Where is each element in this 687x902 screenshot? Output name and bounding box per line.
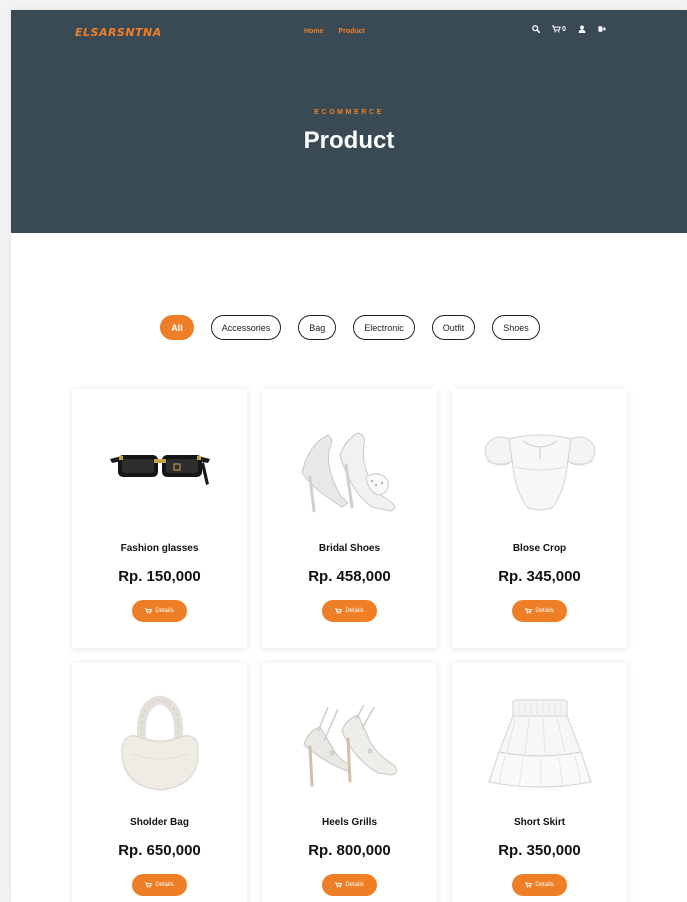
details-button[interactable]: Details [132,874,187,896]
logout-icon[interactable] [598,25,606,33]
filter-shoes[interactable]: Shoes [492,315,540,340]
product-card: Short Skirt Rp. 350,000 Details [452,663,627,902]
cart-icon [145,608,153,614]
crop-blouse-image[interactable] [479,411,600,529]
cart-icon [145,882,153,888]
details-label: Details [155,608,174,614]
product-price: Rp. 350,000 [498,842,581,859]
product-price: Rp. 800,000 [308,842,391,859]
nav-product[interactable]: Product [338,28,364,35]
site-logo[interactable]: ELSARSNTNA [75,26,162,39]
product-card: Blose Crop Rp. 345,000 Details [452,389,627,648]
product-card: Sholder Bag Rp. 650,000 Details [72,663,247,902]
cart-icon [525,882,533,888]
product-name[interactable]: Sholder Bag [72,817,247,828]
product-price: Rp. 345,000 [498,568,581,585]
product-name[interactable]: Blose Crop [452,543,627,554]
details-button[interactable]: Details [512,874,567,896]
hero-eyebrow: ECOMMERCE [314,109,384,116]
product-card: Heels Grills Rp. 800,000 Details [262,663,437,902]
product-name[interactable]: Bridal Shoes [262,543,437,554]
cart-count: 0 [562,25,566,33]
details-button[interactable]: Details [322,600,377,622]
product-card: Fashion glasses Rp. 150,000 Details [72,389,247,648]
filter-electronic[interactable]: Electronic [353,315,415,340]
product-name[interactable]: Fashion glasses [72,543,247,554]
hero-banner: ELSARSNTNA Home Product 0 ECOMMERCE Prod… [11,10,687,233]
product-card: Bridal Shoes Rp. 458,000 Details [262,389,437,648]
tiered-skirt-image[interactable] [479,685,600,803]
category-filters: All Accessories Bag Electronic Outfit Sh… [11,315,687,340]
nav-home[interactable]: Home [304,28,323,35]
details-button[interactable]: Details [132,600,187,622]
bridal-heels-image[interactable] [289,411,410,529]
shoulder-bag-image[interactable] [99,685,220,803]
details-label: Details [535,882,554,888]
user-icon[interactable] [578,25,586,33]
product-name[interactable]: Short Skirt [452,817,627,828]
sunglasses-image[interactable] [99,411,220,529]
product-price: Rp. 458,000 [308,568,391,585]
filter-accessories[interactable]: Accessories [210,315,282,340]
product-grid: Fashion glasses Rp. 150,000 Details Brid… [72,389,628,902]
cart-icon [525,608,533,614]
filter-bag[interactable]: Bag [298,315,337,340]
product-price: Rp. 650,000 [118,842,201,859]
filter-outfit[interactable]: Outfit [431,315,476,340]
product-price: Rp. 150,000 [118,568,201,585]
details-label: Details [155,882,174,888]
search-icon[interactable] [532,25,540,33]
cart-icon [335,882,343,888]
header-icons: 0 [532,25,606,33]
details-label: Details [345,882,364,888]
filter-all[interactable]: All [160,315,194,340]
details-label: Details [345,608,364,614]
strappy-heels-image[interactable] [289,685,410,803]
page-title: Product [303,127,395,154]
product-name[interactable]: Heels Grills [262,817,437,828]
details-button[interactable]: Details [512,600,567,622]
details-label: Details [535,608,554,614]
cart-icon [552,25,561,33]
page: ELSARSNTNA Home Product 0 ECOMMERCE Prod… [11,10,687,902]
main-nav: Home Product [304,28,365,35]
cart-button[interactable]: 0 [552,25,566,33]
details-button[interactable]: Details [322,874,377,896]
cart-icon [335,608,343,614]
